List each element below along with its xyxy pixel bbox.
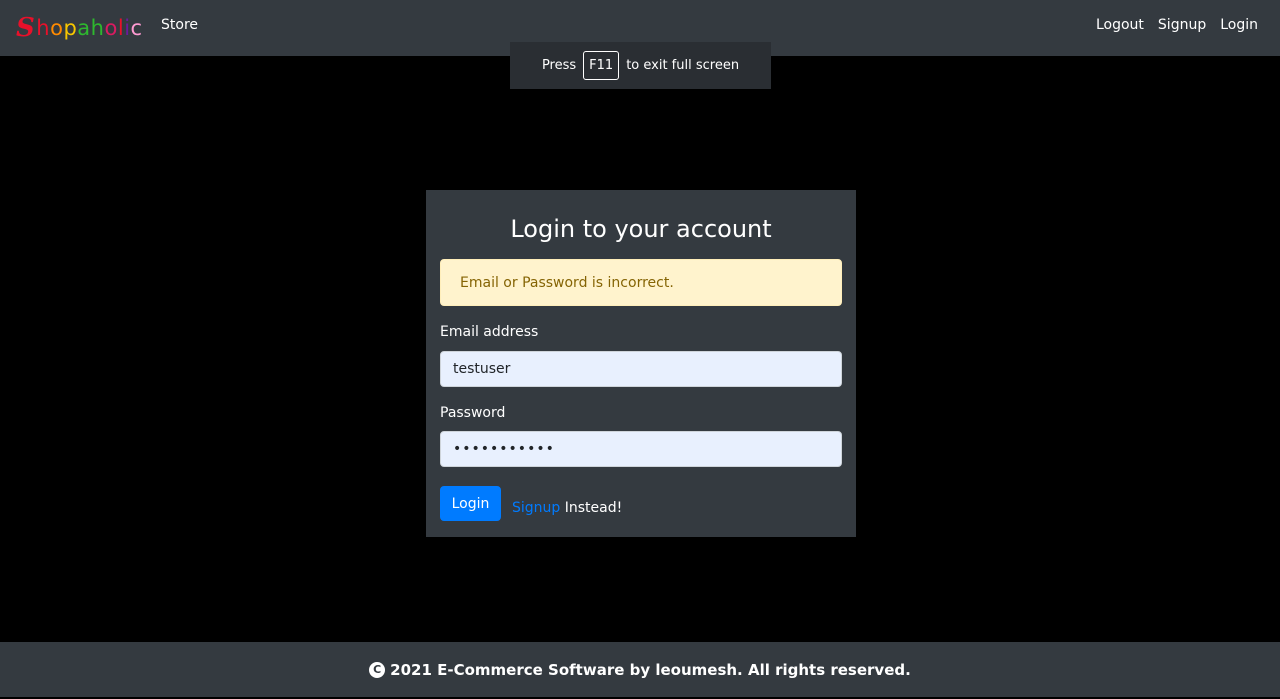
brand-letter: p — [63, 16, 78, 40]
fullscreen-notice-before: Press — [541, 58, 577, 73]
password-input[interactable] — [440, 431, 842, 467]
login-title: Login to your account — [510, 215, 772, 243]
brand-letter: h — [90, 16, 105, 40]
nav-link-store[interactable]: Store — [161, 17, 198, 33]
brand-letter: h — [36, 16, 51, 40]
copyright-icon: C — [369, 661, 386, 678]
nav-link-login[interactable]: Login — [1220, 17, 1258, 33]
brand-letter: S — [16, 13, 36, 43]
brand-letter: o — [104, 16, 118, 40]
footer-text: 2021 E-Commerce Software by leoumesh. Al… — [390, 660, 911, 679]
brand-letter: o — [50, 16, 64, 40]
footer: C 2021 E-Commerce Software by leoumesh. … — [0, 642, 1280, 697]
fullscreen-key-badge: F11 — [583, 51, 620, 80]
login-button[interactable]: Login — [440, 486, 501, 521]
fullscreen-notice: Press F11 to exit full screen — [510, 42, 771, 89]
signup-link[interactable]: Signup — [512, 500, 560, 516]
fullscreen-notice-after: to exit full screen — [626, 58, 740, 73]
nav-link-logout[interactable]: Logout — [1096, 17, 1144, 33]
signup-instead-text: Signup Instead! — [512, 500, 622, 516]
email-label: Email address — [440, 324, 539, 340]
password-label: Password — [440, 405, 506, 421]
nav-link-signup[interactable]: Signup — [1158, 17, 1206, 33]
nav-right-links: Logout Signup Login — [1096, 17, 1258, 33]
brand-letter: a — [77, 16, 91, 40]
email-input[interactable] — [440, 351, 842, 387]
error-alert: Email or Password is incorrect. — [440, 259, 842, 306]
brand-letter: c — [130, 16, 143, 40]
signup-suffix: Instead! — [564, 500, 623, 516]
login-card: Login to your account Email or Password … — [426, 190, 856, 537]
brand-logo-link[interactable]: Shopaholic — [16, 12, 143, 44]
